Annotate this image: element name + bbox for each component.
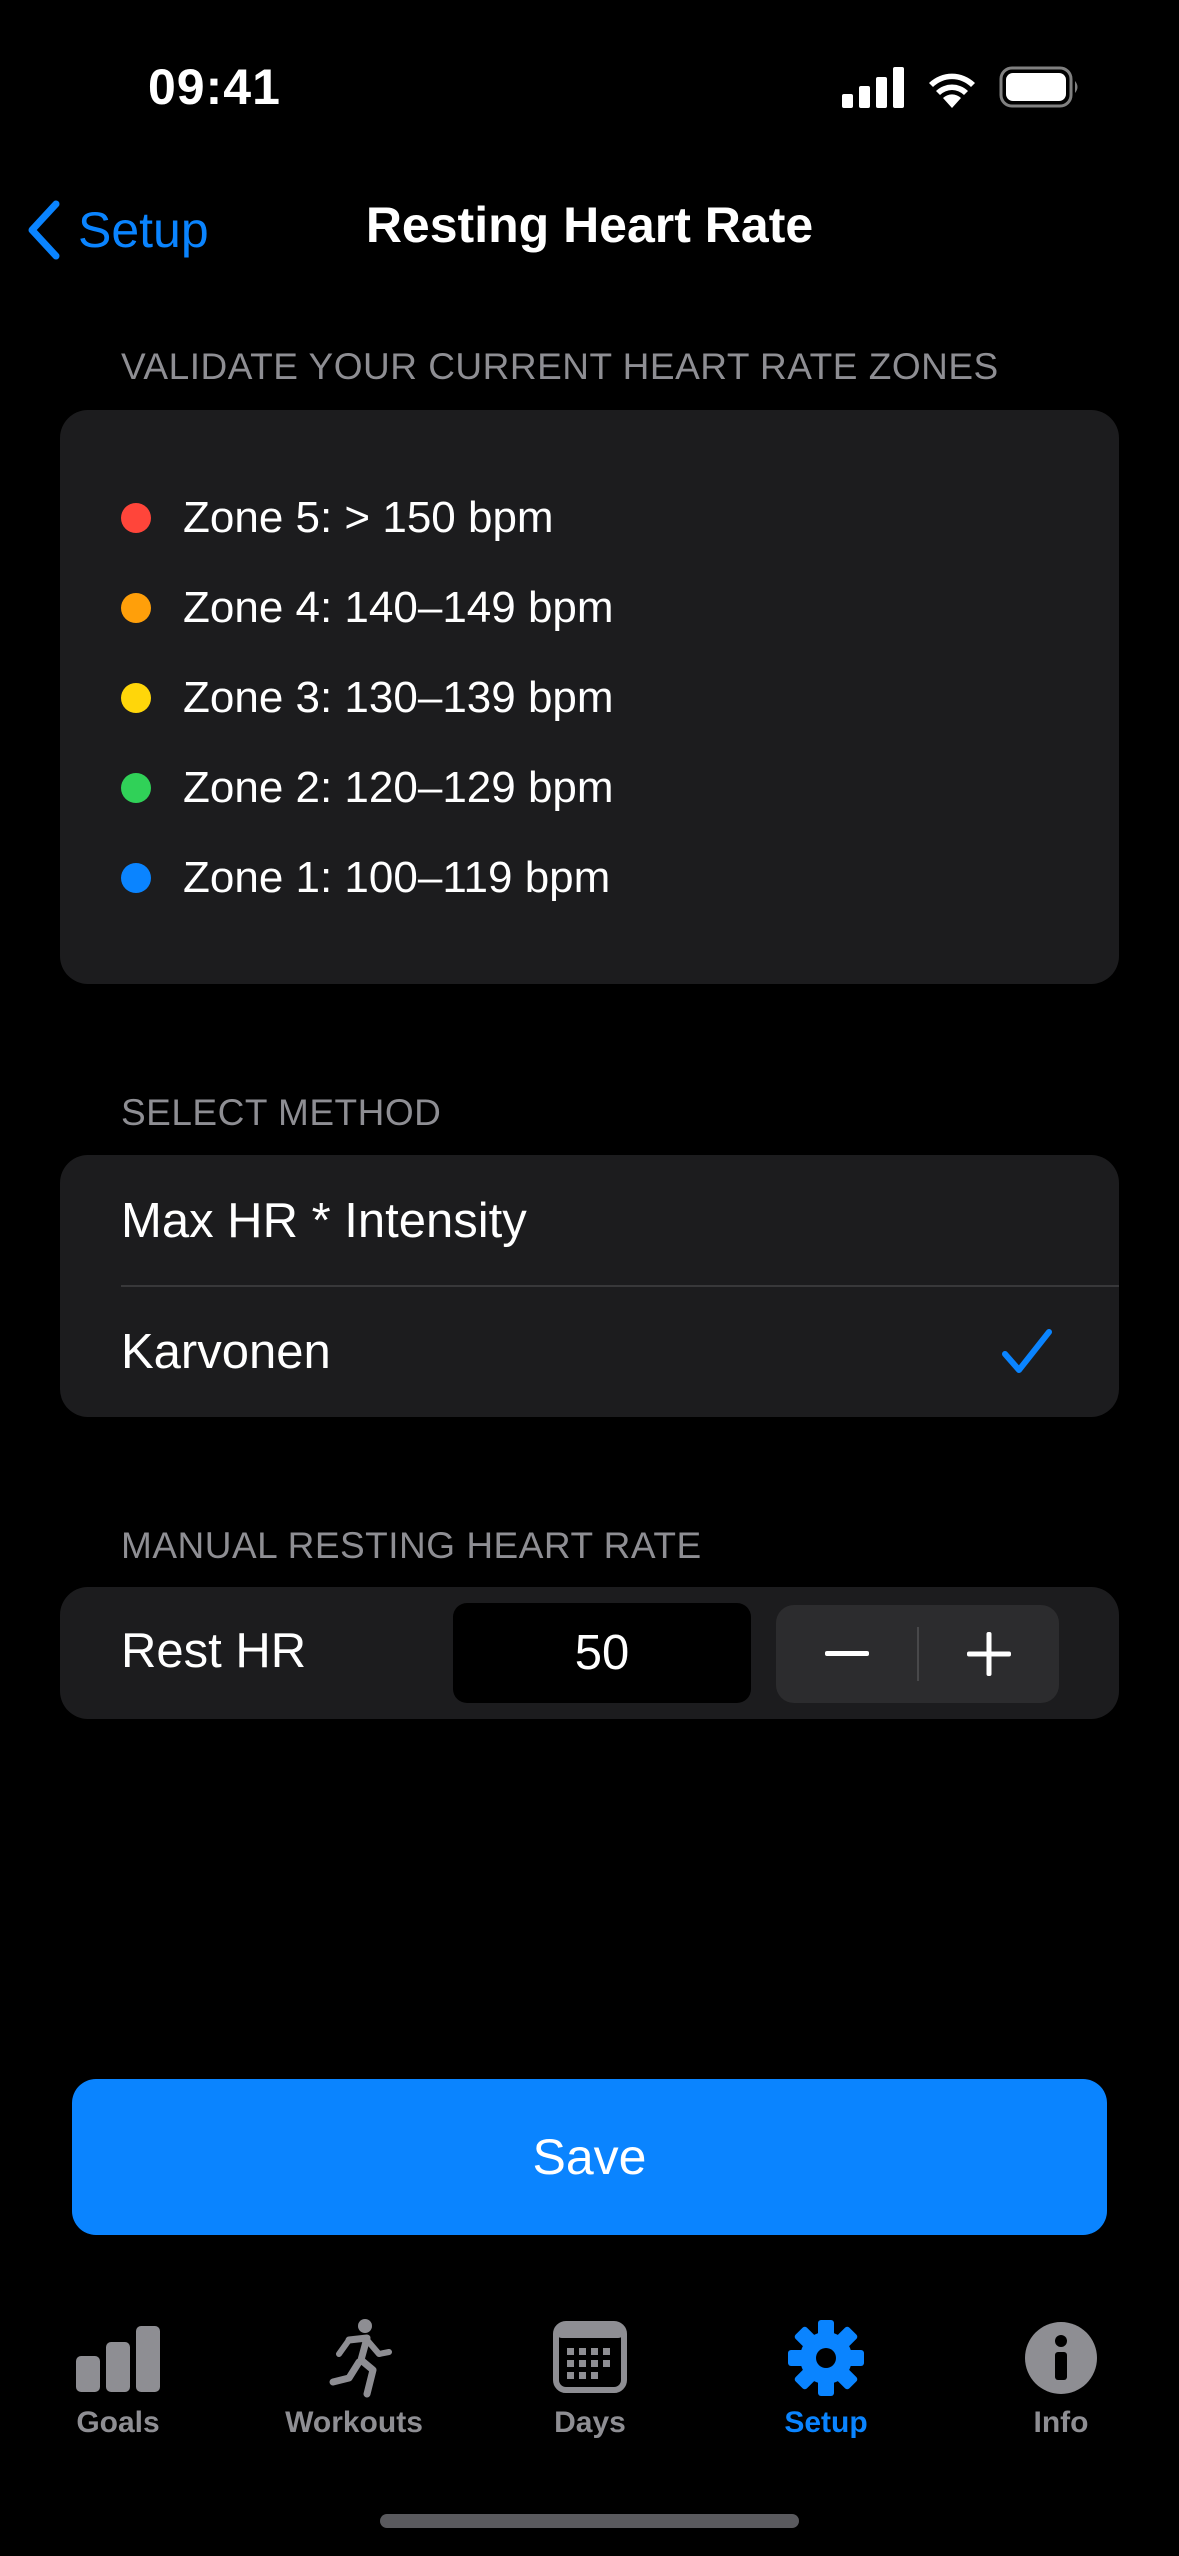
method-section-header: SELECT METHOD	[121, 1092, 442, 1133]
chart-bars-icon	[76, 2326, 160, 2392]
rest-hr-label: Rest HR	[121, 1624, 307, 1678]
page-title: Resting Heart Rate	[365, 197, 814, 253]
zone-row-2: Zone 2: 120–129 bpm	[121, 758, 614, 818]
tab-setup[interactable]: Setup	[708, 2318, 944, 2458]
zone-2-dot	[121, 773, 151, 803]
tab-label: Workouts	[285, 2406, 423, 2439]
decrement-button[interactable]	[776, 1605, 917, 1703]
zone-1-label: Zone 1: 100–119 bpm	[183, 853, 611, 902]
tab-goals[interactable]: Goals	[0, 2318, 236, 2458]
save-button[interactable]: Save	[72, 2079, 1107, 2235]
method-option-max-hr[interactable]: Max HR * Intensity	[60, 1155, 1119, 1287]
plus-icon	[966, 1632, 1011, 1676]
tab-label: Info	[1033, 2406, 1089, 2439]
zones-section-header: VALIDATE YOUR CURRENT HEART RATE ZONES	[121, 346, 999, 387]
zone-row-1: Zone 1: 100–119 bpm	[121, 848, 610, 908]
tab-label: Goals	[76, 2406, 160, 2439]
method-option-label: Max HR * Intensity	[121, 1194, 527, 1248]
zone-4-label: Zone 4: 140–149 bpm	[183, 583, 614, 632]
method-option-label: Karvonen	[121, 1325, 331, 1379]
method-card: Max HR * Intensity Karvonen	[60, 1155, 1119, 1417]
tab-label: Setup	[784, 2406, 868, 2439]
increment-button[interactable]	[918, 1605, 1059, 1703]
rest-hr-stepper	[776, 1605, 1059, 1703]
zone-4-dot	[121, 593, 151, 623]
calendar-icon	[553, 2321, 627, 2393]
home-indicator	[380, 2514, 799, 2528]
rest-section-header: MANUAL RESTING HEART RATE	[121, 1525, 702, 1566]
zone-5-label: Zone 5: > 150 bpm	[183, 493, 554, 542]
zone-row-5: Zone 5: > 150 bpm	[121, 488, 554, 548]
minus-icon	[824, 1651, 869, 1656]
battery-icon	[999, 66, 1078, 108]
cellular-signal-icon	[842, 67, 904, 108]
rest-hr-card: Rest HR 50	[60, 1587, 1119, 1719]
zone-2-label: Zone 2: 120–129 bpm	[183, 763, 614, 812]
gear-icon	[788, 2320, 864, 2396]
tab-info[interactable]: Info	[943, 2318, 1179, 2458]
zone-3-dot	[121, 683, 151, 713]
wifi-icon	[929, 73, 975, 108]
zone-1-dot	[121, 863, 151, 893]
checkmark-icon	[1002, 1329, 1052, 1373]
method-option-karvonen[interactable]: Karvonen	[60, 1286, 1119, 1418]
status-icons	[842, 66, 1078, 108]
zone-row-4: Zone 4: 140–149 bpm	[121, 578, 614, 638]
status-time: 09:41	[148, 59, 281, 115]
zone-row-3: Zone 3: 130–139 bpm	[121, 668, 614, 728]
tab-days[interactable]: Days	[472, 2318, 708, 2458]
info-icon	[1025, 2322, 1097, 2394]
zone-5-dot	[121, 503, 151, 533]
rest-hr-input[interactable]: 50	[453, 1603, 751, 1703]
runner-icon	[329, 2319, 392, 2398]
zone-3-label: Zone 3: 130–139 bpm	[183, 673, 614, 722]
tab-workouts[interactable]: Workouts	[236, 2318, 472, 2458]
tab-label: Days	[554, 2406, 626, 2439]
